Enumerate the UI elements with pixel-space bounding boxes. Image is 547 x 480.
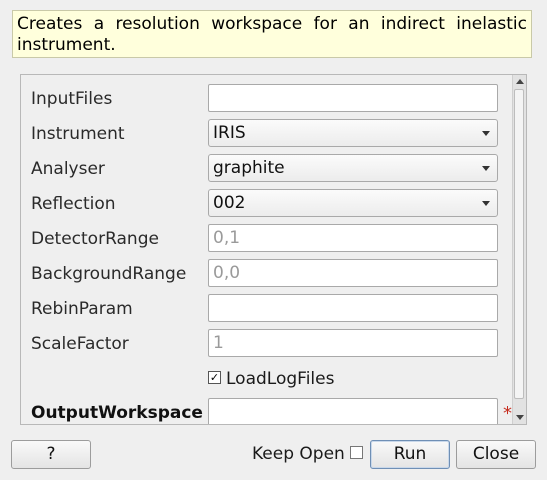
keep-open-checkbox[interactable]: Keep Open bbox=[252, 440, 363, 468]
property-label: InputFiles bbox=[31, 89, 113, 109]
scrollbar-thumb[interactable] bbox=[514, 89, 524, 399]
inputfiles-field[interactable] bbox=[208, 84, 498, 112]
property-row-analyser: Analyser graphite bbox=[21, 154, 511, 184]
help-button[interactable]: ? bbox=[11, 440, 91, 469]
analyser-dropdown[interactable]: graphite bbox=[208, 154, 498, 182]
run-button[interactable]: Run bbox=[370, 440, 450, 469]
dropdown-value: 002 bbox=[213, 193, 246, 213]
checkbox-label: LoadLogFiles bbox=[226, 369, 335, 389]
property-row-backgroundrange: BackgroundRange 0,0 bbox=[21, 259, 511, 289]
scalefactor-field[interactable]: 1 bbox=[208, 329, 498, 357]
instrument-dropdown[interactable]: IRIS bbox=[208, 119, 498, 147]
field-placeholder: 0,0 bbox=[213, 263, 241, 283]
property-row-detectorrange: DetectorRange 0,1 bbox=[21, 224, 511, 254]
property-row-instrument: Instrument IRIS bbox=[21, 119, 511, 149]
property-label: RebinParam bbox=[31, 299, 133, 319]
scroll-up-arrow-icon[interactable] bbox=[516, 79, 524, 84]
property-label: DetectorRange bbox=[31, 229, 159, 249]
property-row-rebinparam: RebinParam bbox=[21, 294, 511, 324]
reflection-dropdown[interactable]: 002 bbox=[208, 189, 498, 217]
chevron-down-icon bbox=[482, 131, 490, 136]
properties-panel: InputFiles Instrument IRIS Analyser grap… bbox=[20, 74, 527, 425]
algorithm-description: Creates a resolution workspace for an in… bbox=[12, 10, 532, 58]
backgroundrange-field[interactable]: 0,0 bbox=[208, 259, 498, 287]
outputworkspace-field[interactable] bbox=[208, 398, 498, 424]
loadlogfiles-checkbox[interactable]: ✓ LoadLogFiles bbox=[208, 364, 334, 394]
property-label: Analyser bbox=[31, 159, 105, 179]
property-label-required: OutputWorkspace bbox=[31, 403, 203, 423]
dropdown-value: IRIS bbox=[213, 123, 246, 143]
dropdown-value: graphite bbox=[213, 158, 285, 178]
keep-open-label: Keep Open bbox=[252, 444, 345, 464]
property-label: ScaleFactor bbox=[31, 334, 129, 354]
scroll-down-arrow-icon[interactable] bbox=[516, 415, 524, 420]
chevron-down-icon bbox=[482, 166, 490, 171]
property-row-reflection: Reflection 002 bbox=[21, 189, 511, 219]
close-button[interactable]: Close bbox=[456, 440, 536, 469]
property-label: Reflection bbox=[31, 194, 116, 214]
chevron-down-icon bbox=[482, 201, 490, 206]
star-icon: * bbox=[503, 403, 512, 424]
field-placeholder: 1 bbox=[213, 333, 224, 353]
property-label: BackgroundRange bbox=[31, 264, 187, 284]
property-row-loadlogfiles: ✓ LoadLogFiles bbox=[21, 364, 511, 394]
checkbox-box bbox=[349, 445, 363, 459]
property-row-inputfiles: InputFiles bbox=[21, 84, 511, 114]
detectorrange-field[interactable]: 0,1 bbox=[208, 224, 498, 252]
field-placeholder: 0,1 bbox=[213, 228, 241, 248]
property-label: Instrument bbox=[31, 124, 125, 144]
checkmark-icon: ✓ bbox=[208, 370, 221, 384]
properties-scrollbar[interactable] bbox=[512, 75, 526, 424]
property-row-outputworkspace: OutputWorkspace * bbox=[21, 398, 512, 424]
rebinparam-field[interactable] bbox=[208, 294, 498, 322]
property-row-scalefactor: ScaleFactor 1 bbox=[21, 329, 511, 359]
